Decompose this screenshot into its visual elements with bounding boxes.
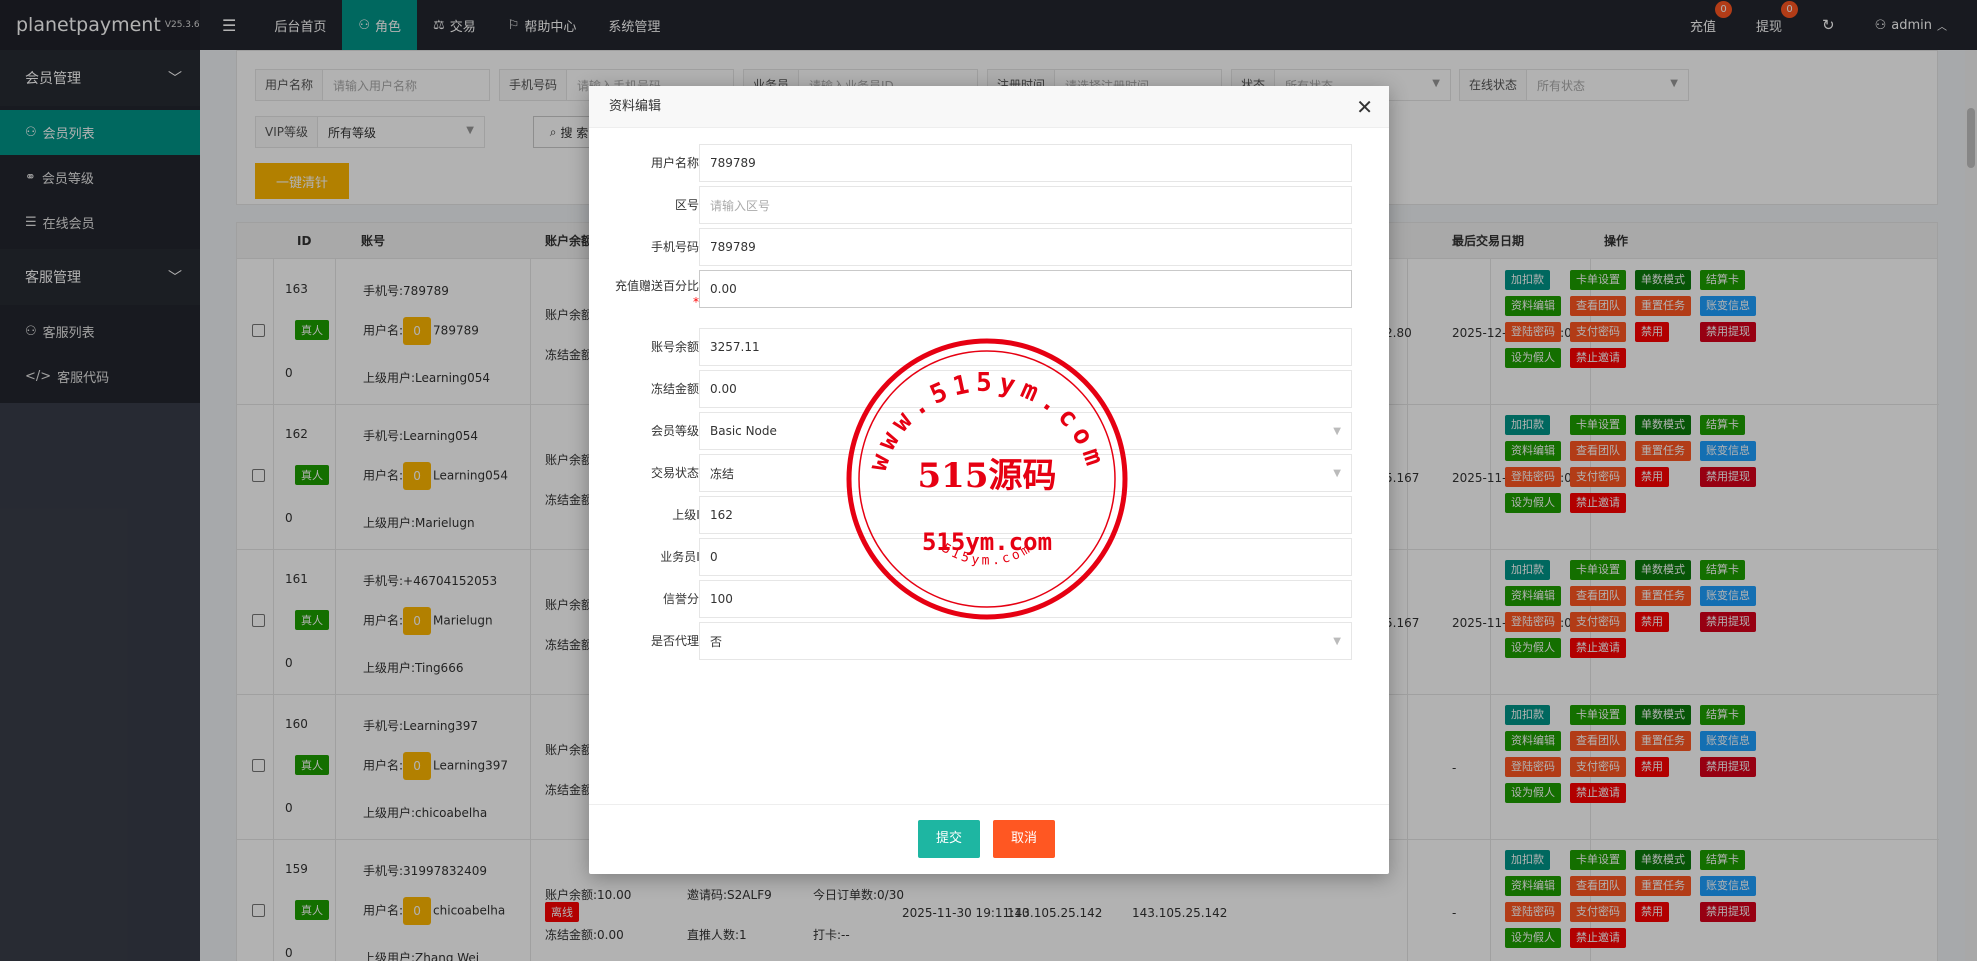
field-select[interactable]: 否 ▼ xyxy=(699,622,1352,660)
close-icon[interactable]: ✕ xyxy=(1356,86,1373,128)
field-value: 冻结 xyxy=(710,466,735,481)
field-value: 0.00 xyxy=(710,282,737,296)
field-label: 业务员ID xyxy=(599,549,709,565)
field-label: 手机号码* xyxy=(599,239,709,255)
field-value: 100 xyxy=(710,592,733,606)
submit-button[interactable]: 提交 xyxy=(918,820,981,858)
field-value: 0.00 xyxy=(710,382,737,396)
field-value: 0 xyxy=(710,550,718,564)
field-label-text: 账号余额 xyxy=(650,340,699,354)
field-label-text: 是否代理 xyxy=(650,634,699,648)
field-value: 789789 xyxy=(710,240,756,254)
field-value: 789789 xyxy=(710,156,756,170)
field-value: 162 xyxy=(710,508,733,522)
field-label-text: 信誉分 xyxy=(662,592,699,606)
field-value: 3257.11 xyxy=(710,340,760,354)
field-input[interactable]: 789789 xyxy=(699,228,1352,266)
field-label: 会员等级* xyxy=(599,423,709,439)
field-input[interactable]: 请输入区号 xyxy=(699,186,1352,224)
field-label: 用户名称* xyxy=(599,155,709,171)
field-value: Basic Node xyxy=(710,424,777,438)
field-label-text: 交易状态 xyxy=(650,466,699,480)
field-label: 充值赠送百分比* xyxy=(607,278,699,310)
field-label: 上级ID xyxy=(599,507,709,523)
field-label: 冻结金额* xyxy=(599,381,709,397)
stamp-center-text: 515源码 xyxy=(918,456,1057,496)
caret-down-icon: ▼ xyxy=(1333,468,1341,479)
cancel-button[interactable]: 取消 xyxy=(993,820,1056,858)
caret-down-icon: ▼ xyxy=(1333,426,1341,437)
field-label-text: 手机号码 xyxy=(650,240,699,254)
caret-down-icon: ▼ xyxy=(1333,636,1341,647)
dialog-footer: 提交 取消 xyxy=(589,804,1389,874)
cancel-label: 取消 xyxy=(1011,831,1038,846)
field-label-text: 会员等级 xyxy=(650,424,699,438)
field-label: 区号* xyxy=(599,197,709,213)
submit-label: 提交 xyxy=(936,831,963,846)
dialog-title: 资料编辑 xyxy=(609,99,662,114)
field-label: 账号余额* xyxy=(599,339,709,355)
dialog-header: 资料编辑 ✕ xyxy=(589,86,1389,128)
field-value: 否 xyxy=(710,634,723,649)
field-label-text: 充值赠送百分比 xyxy=(614,279,699,293)
field-label: 信誉分* xyxy=(599,591,709,607)
watermark-stamp: www.515ym.com 515源码 515ym.com 515ym.com xyxy=(846,338,1128,620)
field-input[interactable]: 0.00 xyxy=(699,270,1352,308)
field-label-text: 区号 xyxy=(674,198,699,212)
field-input[interactable]: 789789 xyxy=(699,144,1352,182)
field-label-text: 用户名称 xyxy=(650,156,699,170)
field-label-text: 冻结金额 xyxy=(650,382,699,396)
field-label: 交易状态* xyxy=(599,465,709,481)
field-label: 是否代理* xyxy=(599,633,709,649)
field-value: 请输入区号 xyxy=(710,198,771,213)
